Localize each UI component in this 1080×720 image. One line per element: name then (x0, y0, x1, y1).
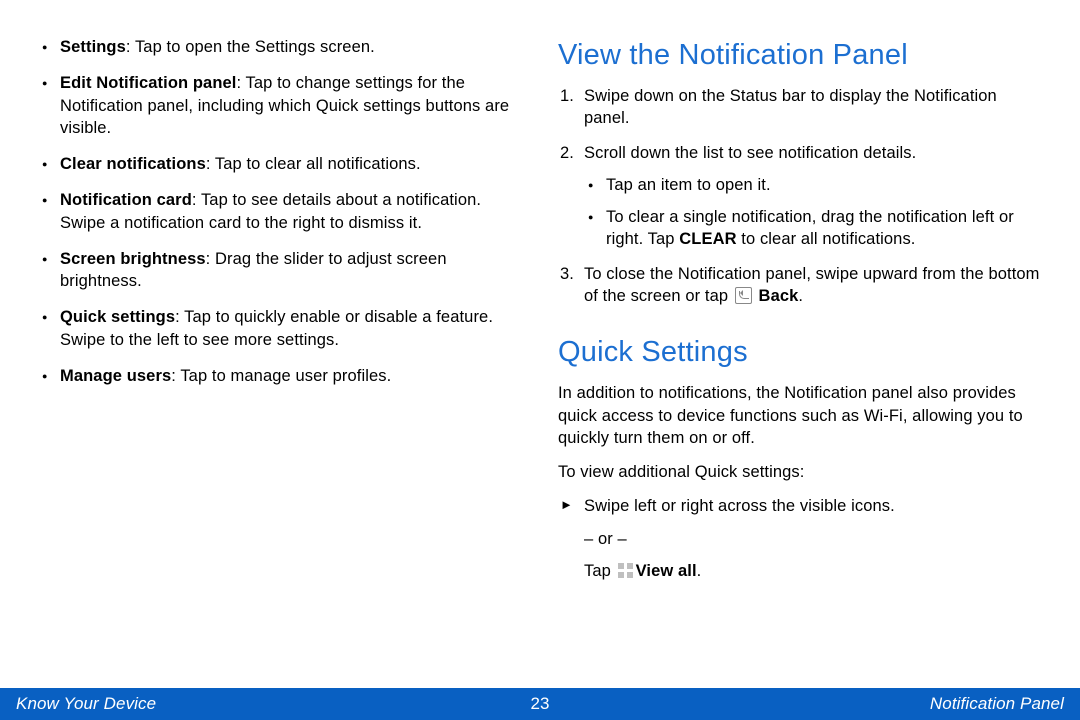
or-separator: – or – (558, 528, 1042, 550)
desc: : Tap to manage user profiles. (171, 367, 391, 385)
term: Settings (60, 38, 126, 56)
sub-text: to clear all notifications. (737, 230, 916, 248)
left-column: Settings: Tap to open the Settings scree… (38, 36, 522, 674)
step-item: Scroll down the list to see notification… (558, 142, 1042, 251)
bold-word: Back (759, 287, 799, 305)
step-text: . (798, 287, 803, 305)
bold-word: View all (636, 562, 697, 580)
list-item: Quick settings: Tap to quickly enable or… (38, 306, 522, 351)
tap-line: Tap View all. (558, 560, 1042, 582)
step-item: To close the Notification panel, swipe u… (558, 263, 1042, 308)
list-item: To clear a single notification, drag the… (584, 206, 1042, 251)
sub-text: Tap an item to open it. (606, 176, 771, 194)
arrow-text: Swipe left or right across the visible i… (584, 497, 895, 515)
step-text: Swipe down on the Status bar to display … (584, 87, 997, 127)
step-text: Scroll down the list to see notification… (584, 144, 916, 162)
view-all-grid-icon (618, 563, 633, 578)
list-item: Notification card: Tap to see details ab… (38, 189, 522, 234)
qs-paragraph: In addition to notifications, the Notifi… (558, 382, 1042, 449)
heading-quick-settings: Quick Settings (558, 333, 1042, 372)
steps-list: Swipe down on the Status bar to display … (558, 85, 1042, 307)
list-item: Screen brightness: Drag the slider to ad… (38, 248, 522, 293)
tap-text: . (697, 562, 702, 580)
list-item: Edit Notification panel: Tap to change s… (38, 72, 522, 139)
step-text: To close the Notification panel, swipe u… (584, 265, 1040, 305)
list-item: Manage users: Tap to manage user profile… (38, 365, 522, 387)
right-column: View the Notification Panel Swipe down o… (558, 36, 1042, 674)
desc: : Tap to clear all notifications. (206, 155, 421, 173)
term: Clear notifications (60, 155, 206, 173)
feature-list: Settings: Tap to open the Settings scree… (38, 36, 522, 387)
qs-lead: To view additional Quick settings: (558, 461, 1042, 483)
bold-word: CLEAR (679, 230, 736, 248)
term: Edit Notification panel (60, 74, 236, 92)
footer-page-number: 23 (0, 693, 1080, 716)
sub-list: Tap an item to open it. To clear a singl… (584, 174, 1042, 251)
list-item: Tap an item to open it. (584, 174, 1042, 196)
term: Screen brightness (60, 250, 206, 268)
term: Notification card (60, 191, 192, 209)
page-body: Settings: Tap to open the Settings scree… (0, 0, 1080, 674)
desc: : Tap to open the Settings screen. (126, 38, 375, 56)
list-item: Settings: Tap to open the Settings scree… (38, 36, 522, 58)
heading-view-panel: View the Notification Panel (558, 36, 1042, 75)
term: Quick settings (60, 308, 175, 326)
tap-text: Tap (584, 562, 616, 580)
term: Manage users (60, 367, 171, 385)
arrow-item: Swipe left or right across the visible i… (558, 495, 1042, 517)
back-icon (735, 287, 752, 304)
list-item: Clear notifications: Tap to clear all no… (38, 153, 522, 175)
page-footer: Know Your Device 23 Notification Panel (0, 688, 1080, 720)
step-item: Swipe down on the Status bar to display … (558, 85, 1042, 130)
